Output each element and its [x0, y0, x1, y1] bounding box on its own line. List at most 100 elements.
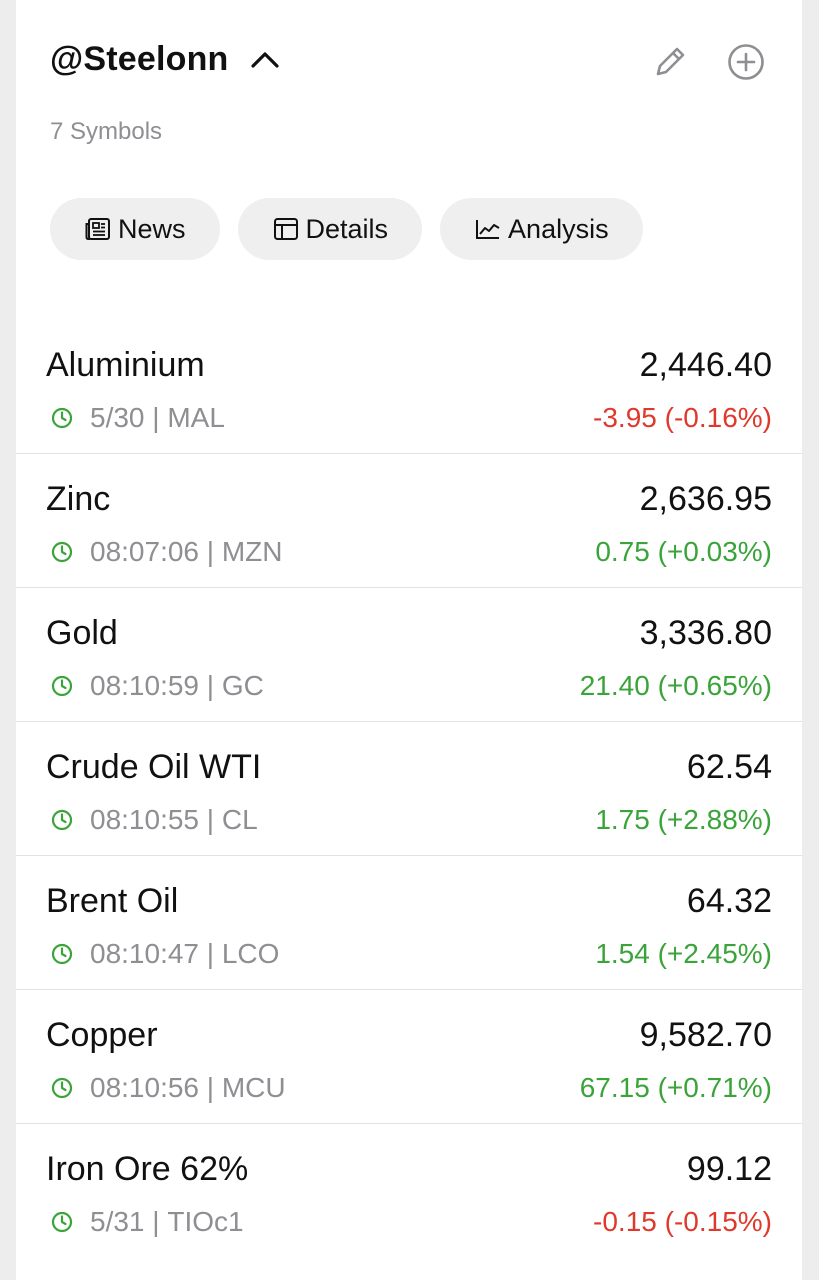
- edit-pencil-icon[interactable]: [648, 40, 692, 84]
- symbol-change: 1.54 (+2.45%): [595, 938, 772, 970]
- change-percent: (+2.45%): [657, 938, 772, 969]
- news-chip-label: News: [118, 213, 186, 244]
- symbol-count: 7 Symbols: [50, 118, 163, 145]
- symbol-code: LCO: [221, 938, 280, 969]
- symbol-code: GC: [221, 670, 264, 701]
- symbol-row[interactable]: Crude Oil WTI 62.54 08:10:55 | CL 1.75 (+2.…: [16, 722, 802, 856]
- clock-icon: [50, 1076, 74, 1100]
- watchlist-panel: @Steelonn 7 Symbols News Details Analysi…: [16, 0, 802, 1280]
- change-space: [650, 804, 658, 835]
- symbol-change: 67.15 (+0.71%): [580, 1072, 772, 1104]
- symbol-name: Crude Oil WTI: [46, 748, 262, 786]
- change-space: [657, 1206, 665, 1237]
- analysis-chip[interactable]: Analysis: [440, 198, 643, 260]
- change-value: 67.15: [579, 1072, 650, 1103]
- change-percent: (+0.71%): [657, 1072, 772, 1103]
- symbol-change: 0.75 (+0.03%): [595, 536, 772, 568]
- details-chip-label: Details: [305, 213, 389, 244]
- watchlist-title[interactable]: @Steelonn: [50, 40, 229, 79]
- clock-icon: [50, 406, 74, 430]
- chip-bar: News Details Analysis: [50, 198, 661, 260]
- symbol-name: Aluminium: [46, 346, 205, 384]
- symbol-meta: 08:10:56 | MCU: [50, 1072, 286, 1104]
- meta-separator: |: [144, 402, 168, 433]
- meta-separator: |: [199, 938, 222, 969]
- symbol-change: -0.15 (-0.15%): [593, 1206, 772, 1238]
- symbol-code: MAL: [167, 402, 225, 433]
- analysis-chip-label: Analysis: [508, 213, 609, 244]
- symbol-time: 08:10:59: [90, 670, 199, 701]
- symbol-name: Brent Oil: [46, 882, 179, 920]
- change-percent: (-0.16%): [664, 402, 772, 433]
- change-value: -0.15: [593, 1206, 657, 1237]
- symbol-price: 99.12: [686, 1150, 772, 1188]
- meta-separator: |: [199, 804, 222, 835]
- chevron-up-icon[interactable]: [247, 42, 283, 78]
- symbol-meta: 5/31 | TIOc1: [50, 1206, 244, 1238]
- change-space: [650, 670, 658, 701]
- change-value: 1.54: [595, 938, 650, 969]
- symbol-price: 2,446.40: [639, 346, 772, 384]
- symbol-time: 08:10:56: [90, 1072, 199, 1103]
- header-actions: [616, 40, 768, 84]
- symbol-meta: 08:10:59 | GC: [50, 670, 264, 702]
- meta-separator: |: [199, 536, 222, 567]
- watchlist-header[interactable]: @Steelonn: [50, 40, 283, 79]
- symbol-meta: 08:10:55 | CL: [50, 804, 258, 836]
- meta-separator: |: [199, 1072, 222, 1103]
- symbol-row[interactable]: Zinc 2,636.95 08:07:06 | MZN 0.75 (+0.03%): [16, 454, 802, 588]
- symbol-change: 1.75 (+2.88%): [595, 804, 772, 836]
- symbol-code: MZN: [221, 536, 283, 567]
- symbol-time: 5/30: [90, 402, 145, 433]
- symbol-row[interactable]: Aluminium 2,446.40 5/30 | MAL -3.95 (-0.16%…: [16, 320, 802, 454]
- symbol-time: 08:10:47: [90, 938, 199, 969]
- line-chart-icon: [474, 215, 502, 243]
- news-chip[interactable]: News: [50, 198, 220, 260]
- change-value: -3.95: [593, 402, 657, 433]
- symbol-code: CL: [221, 804, 258, 835]
- symbol-row[interactable]: Brent Oil 64.32 08:10:47 | LCO 1.54 (+2.45%…: [16, 856, 802, 990]
- symbol-time: 08:07:06: [90, 536, 199, 567]
- symbol-time: 08:10:55: [90, 804, 199, 835]
- change-space: [650, 536, 658, 567]
- symbol-price: 64.32: [686, 882, 772, 920]
- change-space: [650, 938, 658, 969]
- symbol-price: 3,336.80: [639, 614, 772, 652]
- symbol-meta: 5/30 | MAL: [50, 402, 225, 434]
- change-value: 1.75: [595, 804, 650, 835]
- clock-icon: [50, 808, 74, 832]
- symbol-name: Iron Ore 62%: [46, 1150, 249, 1188]
- symbol-change: -3.95 (-0.16%): [593, 402, 772, 434]
- symbol-price: 9,582.70: [639, 1016, 772, 1054]
- change-space: [650, 1072, 658, 1103]
- symbol-code: TIOc1: [167, 1206, 244, 1237]
- clock-icon: [50, 540, 74, 564]
- symbol-list: Aluminium 2,446.40 5/30 | MAL -3.95 (-0.16%…: [16, 320, 802, 1258]
- change-space: [657, 402, 665, 433]
- add-circle-icon[interactable]: [724, 40, 768, 84]
- meta-separator: |: [199, 670, 222, 701]
- meta-separator: |: [144, 1206, 168, 1237]
- symbol-meta: 08:10:47 | LCO: [50, 938, 279, 970]
- change-percent: (+2.88%): [657, 804, 772, 835]
- symbol-name: Gold: [46, 614, 118, 652]
- change-percent: (+0.65%): [657, 670, 772, 701]
- symbol-row[interactable]: Gold 3,336.80 08:10:59 | GC 21.40 (+0.65%): [16, 588, 802, 722]
- symbol-code: MCU: [221, 1072, 286, 1103]
- details-chip[interactable]: Details: [237, 198, 423, 260]
- symbol-name: Zinc: [46, 480, 111, 518]
- change-percent: (+0.03%): [657, 536, 772, 567]
- symbol-time: 5/31: [90, 1206, 145, 1237]
- symbol-row[interactable]: Iron Ore 62% 99.12 5/31 | TIOc1 -0.15 (-0.1…: [16, 1124, 802, 1258]
- symbol-change: 21.40 (+0.65%): [580, 670, 772, 702]
- symbol-price: 2,636.95: [639, 480, 772, 518]
- clock-icon: [50, 942, 74, 966]
- newspaper-icon: [84, 215, 112, 243]
- symbol-price: 62.54: [686, 748, 772, 786]
- clock-icon: [50, 674, 74, 698]
- symbol-row[interactable]: Copper 9,582.70 08:10:56 | MCU 67.15 (+0.71…: [16, 990, 802, 1124]
- clock-icon: [50, 1210, 74, 1234]
- symbol-meta: 08:07:06 | MZN: [50, 536, 283, 568]
- table-icon: [272, 215, 300, 243]
- change-value: 0.75: [595, 536, 650, 567]
